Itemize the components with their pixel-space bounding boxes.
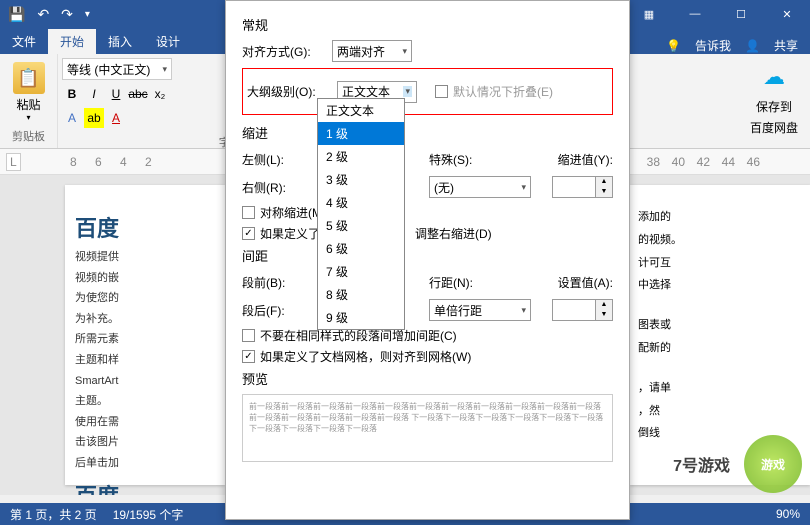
- bold-button[interactable]: B: [62, 84, 82, 104]
- maximize-button[interactable]: ☐: [718, 0, 764, 28]
- alignment-select[interactable]: 两端对齐▾: [332, 40, 412, 62]
- watermark-text: 7号游戏: [665, 448, 738, 480]
- outline-option-7[interactable]: 7 级: [318, 260, 404, 283]
- collapse-checkbox[interactable]: [435, 85, 448, 98]
- zoom-level[interactable]: 90%: [776, 507, 800, 521]
- outline-option-4[interactable]: 4 级: [318, 191, 404, 214]
- close-button[interactable]: ✕: [764, 0, 810, 28]
- tab-file[interactable]: 文件: [0, 29, 48, 54]
- ribbon-display-icon[interactable]: ▦: [626, 0, 672, 28]
- paragraph-dialog: 常规 对齐方式(G): 两端对齐▾ 大纲级别(O): 正文文本▾ 默认情况下折叠…: [225, 0, 630, 520]
- baidu-cloud-icon: ☁: [757, 60, 791, 94]
- minimize-button[interactable]: —: [672, 0, 718, 28]
- italic-button[interactable]: I: [84, 84, 104, 104]
- share-icon: 👤: [745, 39, 760, 53]
- watermark-logo: 游戏: [744, 435, 802, 493]
- strike-button[interactable]: abc: [128, 84, 148, 104]
- preview-box: 前一段落前一段落前一段落前一段落前一段落前一段落前一段落前一段落前一段落前一段落…: [242, 394, 613, 462]
- indent-value-spinner[interactable]: ▲▼: [552, 176, 613, 198]
- snap-to-grid-checkbox[interactable]: ✓: [242, 350, 255, 363]
- tellme-button[interactable]: 告诉我: [695, 37, 731, 54]
- paste-dropdown-icon[interactable]: ▾: [26, 113, 30, 122]
- outline-level-dropdown: 正文文本 1 级 2 级 3 级 4 级 5 级 6 级 7 级 8 级 9 级: [317, 98, 405, 330]
- set-value-label: 设置值(A):: [558, 274, 613, 291]
- text-effects-button[interactable]: A: [62, 108, 82, 128]
- mirror-indent-checkbox[interactable]: [242, 206, 255, 219]
- save-icon[interactable]: 💾: [8, 6, 25, 23]
- outline-option-2[interactable]: 2 级: [318, 145, 404, 168]
- heading-1: 百度: [75, 211, 215, 243]
- underline-button[interactable]: U: [106, 84, 126, 104]
- paste-label: 粘贴: [16, 96, 40, 113]
- outline-option-6[interactable]: 6 级: [318, 237, 404, 260]
- page-left[interactable]: 百度 视频提供视频的嵌 为使您的为补充。 所需元素主题和样 SmartArt主题…: [65, 185, 225, 485]
- line-spacing-label: 行距(N):: [429, 274, 473, 291]
- alignment-label: 对齐方式(G):: [242, 43, 326, 60]
- outline-option-3[interactable]: 3 级: [318, 168, 404, 191]
- bulb-icon: 💡: [666, 39, 681, 53]
- watermark: 7号游戏 游戏: [665, 435, 802, 493]
- undo-icon[interactable]: ↶: [37, 6, 49, 23]
- outline-option-9[interactable]: 9 级: [318, 306, 404, 329]
- left-indent-label: 左侧(L):: [242, 151, 326, 168]
- right-indent-label: 右侧(R):: [242, 179, 326, 196]
- grid-adjust-checkbox[interactable]: ✓: [242, 227, 255, 240]
- line-spacing-select[interactable]: 单倍行距▾: [429, 299, 531, 321]
- section-spacing: 间距: [242, 246, 613, 265]
- subscript-button[interactable]: x₂: [150, 84, 170, 104]
- section-indent: 缩进: [242, 123, 613, 142]
- qat-more-icon[interactable]: ▾: [85, 9, 90, 20]
- section-preview: 预览: [242, 369, 613, 388]
- word-count[interactable]: 19/1595 个字: [113, 506, 184, 523]
- font-name-select[interactable]: 等线 (中文正文)▾: [62, 58, 172, 80]
- snap-to-grid-label: 如果定义了文档网格，则对齐到网格(W): [260, 348, 471, 365]
- font-color-button[interactable]: A: [106, 108, 126, 128]
- outline-option-1[interactable]: 1 级: [318, 122, 404, 145]
- share-button[interactable]: 共享: [774, 37, 798, 54]
- set-value-spinner[interactable]: ▲▼: [552, 299, 613, 321]
- highlight-button[interactable]: ab: [84, 108, 104, 128]
- clipboard-group-label: 剪贴板: [8, 126, 49, 144]
- outline-option-body[interactable]: 正文文本: [318, 99, 404, 122]
- tab-start[interactable]: 开始: [48, 29, 96, 54]
- special-indent-select[interactable]: (无)▾: [429, 176, 531, 198]
- tab-design[interactable]: 设计: [144, 29, 192, 54]
- window-controls: ▦ — ☐ ✕: [626, 0, 810, 28]
- page-status[interactable]: 第 1 页，共 2 页: [10, 506, 97, 523]
- heading-2: 百度: [75, 479, 215, 495]
- collapse-label: 默认情况下折叠(E): [453, 83, 553, 100]
- after-spacing-label: 段后(F):: [242, 302, 326, 319]
- outline-option-8[interactable]: 8 级: [318, 283, 404, 306]
- before-spacing-label: 段前(B):: [242, 274, 326, 291]
- section-general: 常规: [242, 15, 613, 34]
- tab-insert[interactable]: 插入: [96, 29, 144, 54]
- indent-value-label: 缩进值(Y):: [558, 151, 613, 168]
- paste-icon[interactable]: 📋: [13, 62, 45, 94]
- redo-icon[interactable]: ↷: [61, 6, 73, 23]
- special-label: 特殊(S):: [429, 151, 472, 168]
- outline-option-5[interactable]: 5 级: [318, 214, 404, 237]
- tab-selector[interactable]: L: [6, 153, 21, 171]
- highlighted-outline-area: 大纲级别(O): 正文文本▾ 默认情况下折叠(E): [242, 68, 613, 115]
- no-space-same-style-checkbox[interactable]: [242, 329, 255, 342]
